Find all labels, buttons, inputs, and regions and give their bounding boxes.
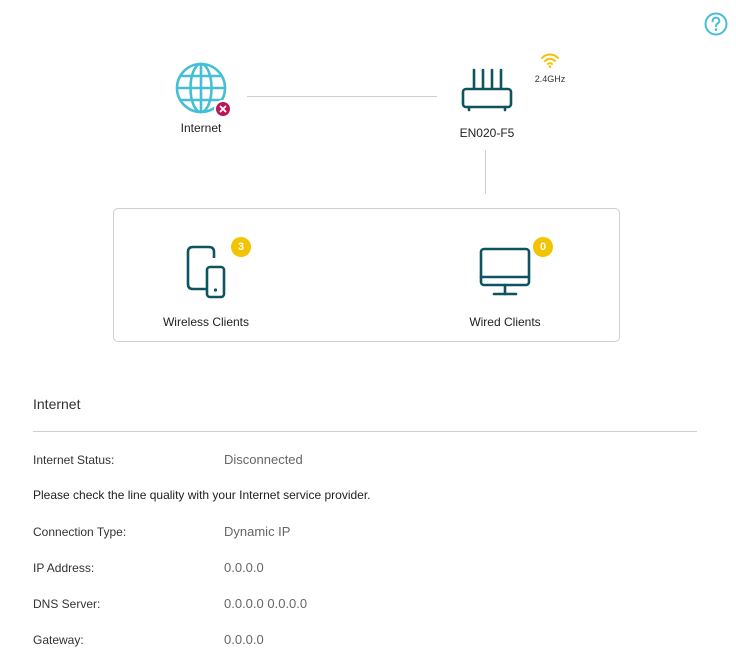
line-quality-note: Please check the line quality with your … xyxy=(33,488,371,502)
internet-node[interactable]: Internet xyxy=(168,62,234,135)
dns-server-label: DNS Server: xyxy=(33,597,101,611)
section-title: Internet xyxy=(33,396,81,412)
internet-status-value: Disconnected xyxy=(224,452,303,467)
wired-clients-label: Wired Clients xyxy=(469,315,541,329)
gateway-label: Gateway: xyxy=(33,633,84,647)
help-icon[interactable] xyxy=(704,12,728,36)
disconnected-badge xyxy=(214,100,232,118)
ip-address-label: IP Address: xyxy=(33,561,95,575)
band-label: 2.4GHz xyxy=(534,74,566,84)
connection-type-value: Dynamic IP xyxy=(224,524,291,539)
wired-clients[interactable]: 0 Wired Clients xyxy=(450,237,560,329)
connection-line-router-clients xyxy=(485,150,486,194)
close-icon xyxy=(219,105,227,113)
wireless-clients[interactable]: 3 Wireless Clients xyxy=(156,237,256,329)
router-label: EN020-F5 xyxy=(459,126,515,140)
tablet-phone-icon xyxy=(186,245,226,299)
section-divider xyxy=(33,431,697,432)
wifi-icon xyxy=(541,53,559,68)
router-node[interactable]: EN020-F5 xyxy=(448,66,526,140)
wired-count-badge: 0 xyxy=(533,237,553,257)
band-indicator: 2.4GHz xyxy=(530,52,570,84)
internet-status-label: Internet Status: xyxy=(33,453,115,467)
wireless-clients-label: Wireless Clients xyxy=(162,315,249,329)
router-icon xyxy=(461,68,513,112)
monitor-icon xyxy=(479,247,531,296)
wireless-count-badge: 3 xyxy=(231,237,251,257)
ip-address-value: 0.0.0.0 xyxy=(224,560,264,575)
internet-label: Internet xyxy=(180,121,222,135)
gateway-value: 0.0.0.0 xyxy=(224,632,264,647)
connection-type-label: Connection Type: xyxy=(33,525,127,539)
connection-line-internet-router xyxy=(247,96,437,97)
dns-server-value: 0.0.0.0 0.0.0.0 xyxy=(224,596,308,611)
clients-panel: 3 Wireless Clients 0 Wired Clients xyxy=(113,208,620,342)
